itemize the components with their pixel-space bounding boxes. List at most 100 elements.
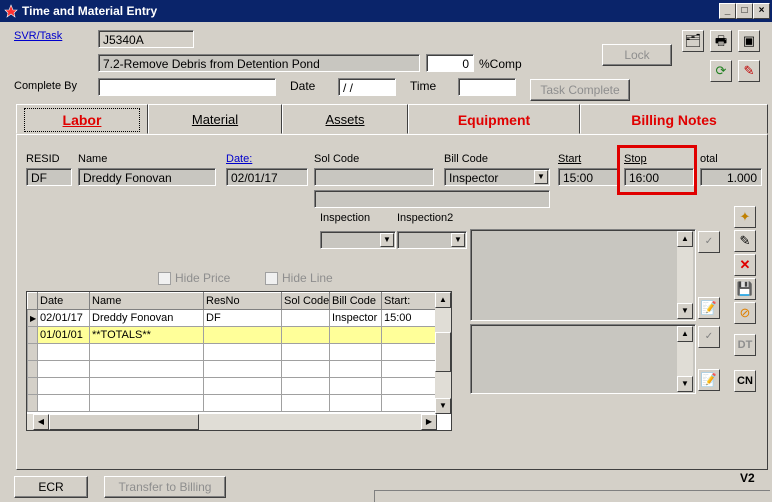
refresh-icon[interactable]: ⟳ [710, 60, 732, 82]
edit-note-icon[interactable]: ✎ [738, 60, 760, 82]
close-button[interactable]: × [753, 3, 770, 19]
scroll-thumb[interactable] [49, 414, 199, 430]
grid-cell[interactable] [203, 326, 282, 344]
table-row-totals[interactable]: 01/01/01 **TOTALS** [27, 326, 438, 344]
tab-billing-notes[interactable]: Billing Notes [580, 104, 768, 134]
grid-horizontal-scrollbar[interactable]: ◀ ▶ [27, 414, 437, 430]
time-input[interactable] [458, 78, 516, 96]
grid-cell[interactable]: **TOTALS** [89, 326, 204, 344]
grid-vertical-scrollbar[interactable]: ▲ ▼ [435, 292, 451, 414]
grid-cell[interactable] [329, 326, 382, 344]
hide-line-checkbox[interactable]: Hide Line [265, 271, 333, 286]
hide-price-checkbox[interactable]: Hide Price [158, 271, 230, 286]
start-field[interactable]: 15:00 [558, 168, 618, 186]
tab-assets[interactable]: Assets [282, 104, 408, 134]
version-label: V2 [740, 471, 755, 485]
column-header[interactable]: Sol Code [281, 292, 330, 310]
minimize-button[interactable]: _ [719, 3, 736, 19]
table-row[interactable] [27, 394, 438, 412]
start-label: Start [558, 153, 582, 165]
labor-grid[interactable]: Date Name ResNo Sol Code Bill Code Start… [26, 291, 452, 431]
tab-material[interactable]: Material [148, 104, 282, 134]
column-header[interactable]: Name [89, 292, 204, 310]
scrollbar[interactable]: ▲ ▼ [677, 231, 693, 319]
table-row[interactable] [27, 377, 438, 395]
tab-labor[interactable]: Labor [16, 104, 148, 134]
title-bar: Time and Material Entry _ □ × [0, 0, 772, 22]
scroll-up-icon[interactable]: ▲ [677, 231, 693, 247]
scroll-down-icon[interactable]: ▼ [435, 398, 451, 414]
notes-textarea-1[interactable]: ▲ ▼ [470, 229, 696, 321]
bill-code-select[interactable]: Inspector ▼ [444, 168, 550, 186]
status-bar [374, 490, 770, 502]
sol-code-field[interactable] [314, 168, 434, 186]
time-label: Time [410, 79, 437, 93]
grid-cell[interactable]: Dreddy Fonovan [89, 309, 204, 327]
app-icon [4, 4, 18, 18]
inspection2-select[interactable]: ▼ [397, 231, 467, 249]
delete-icon[interactable]: ✕ [734, 254, 756, 276]
grid-cell[interactable]: 02/01/17 [37, 309, 90, 327]
scroll-right-icon[interactable]: ▶ [421, 414, 437, 430]
lock-button[interactable]: Lock [602, 44, 672, 66]
scroll-down-icon[interactable]: ▼ [677, 376, 693, 392]
scroll-up-icon[interactable]: ▲ [677, 326, 693, 342]
table-row[interactable] [27, 343, 438, 361]
new-record-icon[interactable]: ✦ [734, 206, 756, 228]
scroll-left-icon[interactable]: ◀ [33, 414, 49, 430]
tab-material-label: Material [191, 112, 239, 127]
printer-icon[interactable]: 🖶 [710, 30, 732, 52]
grid-cell[interactable] [381, 326, 438, 344]
scroll-thumb[interactable] [435, 332, 451, 372]
table-row[interactable] [27, 360, 438, 378]
cancel-icon[interactable]: ⊘ [734, 302, 756, 324]
edit-record-icon[interactable]: ✎ [734, 230, 756, 252]
dt-button[interactable]: DT [734, 334, 756, 356]
tab-billing-notes-label: Billing Notes [631, 112, 717, 128]
save-icon[interactable]: 💾 [734, 278, 756, 300]
column-header[interactable]: Start: [381, 292, 438, 310]
chevron-down-icon[interactable]: ▼ [534, 170, 548, 184]
spellcheck-icon[interactable]: ✓ [698, 326, 720, 348]
edit-notes-icon[interactable]: 📝 [698, 297, 720, 319]
picture-icon[interactable]: ▣ [738, 30, 760, 52]
transfer-to-billing-button[interactable]: Transfer to Billing [104, 476, 226, 498]
grid-cell[interactable]: 01/01/01 [37, 326, 90, 344]
scroll-up-icon[interactable]: ▲ [435, 292, 451, 308]
table-row[interactable]: ▶ 02/01/17 Dreddy Fonovan DF Inspector 1… [27, 309, 438, 327]
tab-equipment[interactable]: Equipment [408, 104, 580, 134]
percent-complete-input[interactable]: 0 [426, 54, 474, 72]
chevron-down-icon[interactable]: ▼ [380, 233, 394, 247]
scroll-down-icon[interactable]: ▼ [677, 303, 693, 319]
scrollbar[interactable]: ▲ ▼ [677, 326, 693, 392]
chevron-down-icon[interactable]: ▼ [451, 233, 465, 247]
labor-date-field[interactable]: 02/01/17 [226, 168, 308, 186]
task-complete-button[interactable]: Task Complete [530, 79, 630, 101]
complete-by-label: Complete By [14, 80, 77, 92]
grid-cell[interactable] [281, 326, 330, 344]
spellcheck-icon[interactable]: ✓ [698, 231, 720, 253]
column-header[interactable]: Date [37, 292, 90, 310]
ecr-button[interactable]: ECR [14, 476, 88, 498]
complete-by-input[interactable] [98, 78, 276, 96]
grid-cell[interactable]: DF [203, 309, 282, 327]
grid-header-row: Date Name ResNo Sol Code Bill Code Start… [27, 292, 438, 310]
resid-label: RESID [26, 153, 60, 165]
scanner-icon[interactable]: 🗂 [682, 30, 704, 52]
grid-cell[interactable]: 15:00 [381, 309, 438, 327]
date-link[interactable]: Date: [226, 153, 252, 165]
maximize-button[interactable]: □ [736, 3, 753, 19]
edit-notes-icon[interactable]: 📝 [698, 369, 720, 391]
date-input[interactable]: / / [338, 78, 396, 96]
column-header[interactable]: ResNo [203, 292, 282, 310]
column-header[interactable]: Bill Code [329, 292, 382, 310]
name-field: Dreddy Fonovan [78, 168, 216, 186]
svr-task-link[interactable]: SVR/Task [14, 30, 62, 42]
cn-button[interactable]: CN [734, 370, 756, 392]
task-id-field: J5340A [98, 30, 194, 48]
total-field: 1.000 [700, 168, 762, 186]
inspection-select[interactable]: ▼ [320, 231, 396, 249]
grid-cell[interactable] [281, 309, 330, 327]
notes-textarea-2[interactable]: ▲ ▼ [470, 324, 696, 394]
grid-cell[interactable]: Inspector [329, 309, 382, 327]
